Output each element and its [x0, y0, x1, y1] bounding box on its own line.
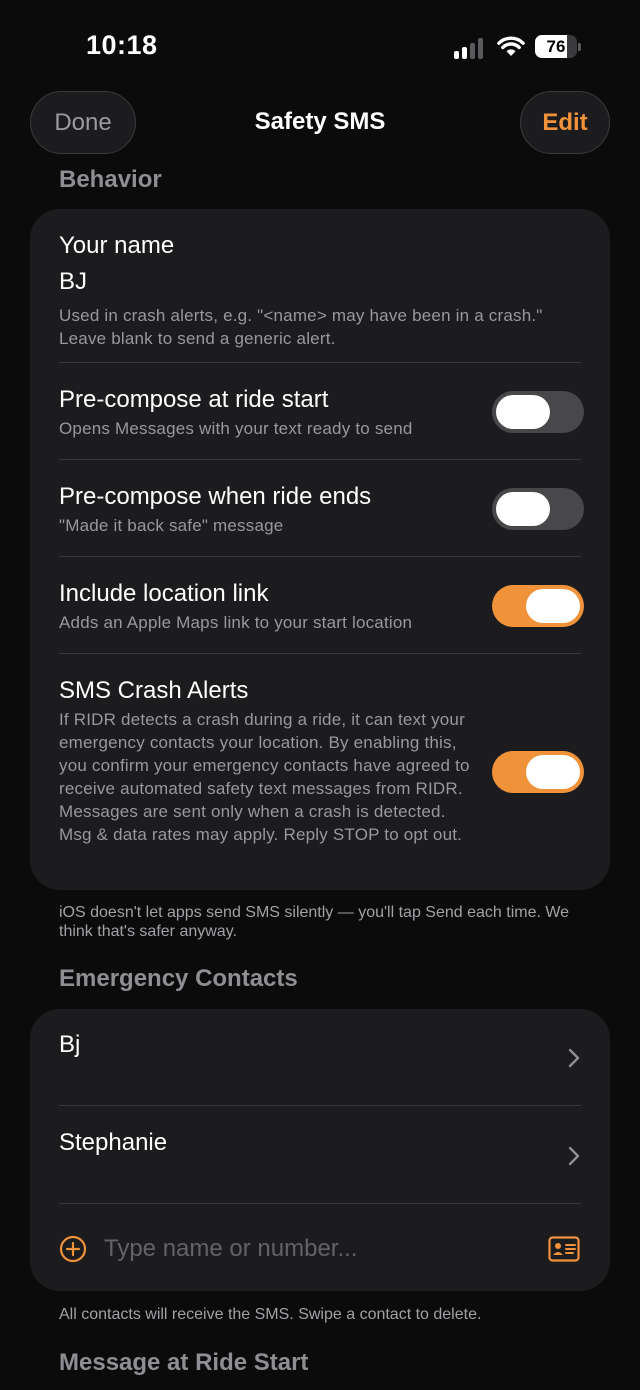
- your-name-help: Used in crash alerts, e.g. "<name> may h…: [59, 306, 543, 348]
- safety-sms-screen: 10:18 76 Done Safety SMS Edit Behavior Y…: [0, 0, 640, 1390]
- divider: [59, 362, 581, 363]
- message-at-ride-start-section-title: Message at Ride Start: [59, 1349, 309, 1376]
- add-contact-input[interactable]: [104, 1229, 524, 1269]
- toggle-knob: [526, 755, 580, 789]
- sms-crash-alerts-sub: If RIDR detects a crash during a ride, i…: [59, 710, 470, 844]
- add-circle-icon[interactable]: [59, 1235, 87, 1263]
- contact-card-icon[interactable]: [548, 1236, 580, 1262]
- location-link-toggle[interactable]: [492, 585, 584, 627]
- status-time: 10:18: [86, 30, 158, 60]
- behavior-footnote: iOS doesn't let apps send SMS silently —…: [59, 904, 570, 940]
- sms-crash-alerts-toggle[interactable]: [492, 751, 584, 793]
- behavior-section-title: Behavior: [59, 166, 162, 193]
- emergency-contacts-section-title: Emergency Contacts: [59, 965, 298, 992]
- your-name-label: Your name: [59, 232, 175, 259]
- contact-name: Bj: [59, 1031, 81, 1058]
- contacts-footnote: All contacts will receive the SMS. Swipe…: [59, 1306, 482, 1323]
- status-bar: 10:18 76: [0, 0, 640, 90]
- battery-icon: 76: [535, 35, 581, 58]
- battery-percent: 76: [546, 37, 566, 56]
- divider: [59, 556, 581, 557]
- divider: [59, 1105, 581, 1106]
- chevron-right-icon: [568, 1048, 580, 1068]
- emergency-contacts-card: Bj Stephanie: [30, 1009, 610, 1291]
- sms-crash-alerts-label: SMS Crash Alerts: [59, 677, 249, 704]
- cellular-signal-icon: [454, 37, 488, 59]
- contact-row[interactable]: Bj: [59, 1031, 581, 1107]
- toggle-knob: [496, 395, 550, 429]
- toggle-knob: [526, 589, 580, 623]
- edit-button[interactable]: Edit: [520, 91, 610, 154]
- divider: [59, 1203, 581, 1204]
- pre-compose-start-toggle[interactable]: [492, 391, 584, 433]
- chevron-right-icon: [568, 1146, 580, 1166]
- your-name-value[interactable]: BJ: [59, 268, 581, 296]
- toggle-knob: [496, 492, 550, 526]
- behavior-card: Your name BJ Used in crash alerts, e.g. …: [30, 209, 610, 890]
- sms-crash-alerts-row: SMS Crash Alerts If RIDR detects a crash…: [59, 677, 470, 846]
- contact-name: Stephanie: [59, 1129, 168, 1156]
- wifi-icon: [497, 36, 525, 56]
- your-name-row[interactable]: Your name BJ Used in crash alerts, e.g. …: [59, 232, 581, 350]
- contact-row[interactable]: Stephanie: [59, 1129, 581, 1205]
- divider: [59, 459, 581, 460]
- divider: [59, 653, 581, 654]
- pre-compose-end-toggle[interactable]: [492, 488, 584, 530]
